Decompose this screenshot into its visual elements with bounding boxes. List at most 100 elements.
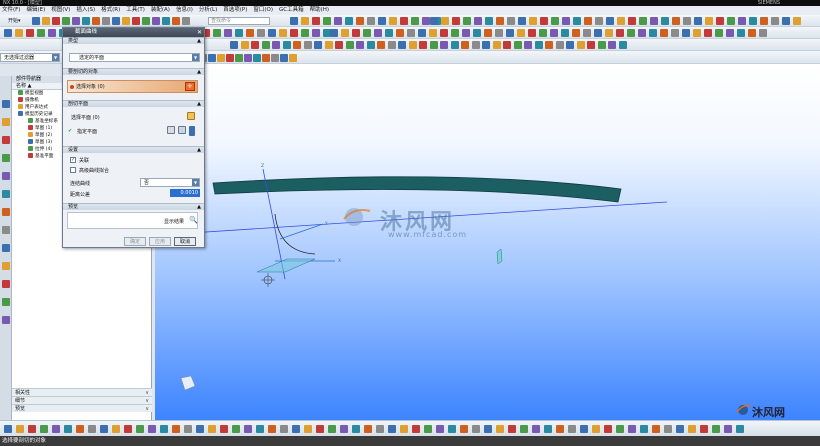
tool-icon[interactable] — [230, 41, 238, 49]
tool-icon[interactable] — [182, 17, 190, 25]
tool-icon[interactable] — [244, 425, 252, 433]
resource-tab-icon[interactable] — [2, 172, 10, 180]
tool-icon[interactable] — [724, 425, 732, 433]
tool-icon[interactable] — [400, 425, 408, 433]
tool-icon[interactable] — [148, 425, 156, 433]
tool-icon[interactable] — [37, 29, 45, 37]
tool-icon[interactable] — [4, 425, 12, 433]
tool-icon[interactable] — [556, 425, 564, 433]
magnifier-icon[interactable]: 🔍 — [189, 216, 198, 224]
tool-icon[interactable] — [496, 17, 504, 25]
tool-icon[interactable] — [528, 29, 536, 37]
resource-tab-icon[interactable] — [2, 154, 10, 162]
tool-icon[interactable] — [540, 17, 548, 25]
tool-icon[interactable] — [408, 41, 417, 49]
resource-tab-icon[interactable] — [2, 136, 10, 144]
tool-icon[interactable] — [638, 29, 646, 37]
plane-folder-icon[interactable] — [187, 112, 195, 120]
tool-icon[interactable] — [430, 17, 438, 25]
tool-icon[interactable] — [412, 425, 420, 433]
tool-icon[interactable] — [316, 425, 324, 433]
menu-item[interactable]: 编辑(E) — [26, 6, 45, 15]
tool-icon[interactable] — [727, 17, 735, 25]
tool-icon[interactable] — [396, 29, 404, 37]
tool-icon[interactable] — [132, 17, 140, 25]
tool-icon[interactable] — [356, 41, 364, 49]
tool-icon[interactable] — [367, 17, 375, 25]
tool-icon[interactable] — [136, 425, 144, 433]
resource-tab-icon[interactable] — [2, 262, 10, 270]
tool-icon[interactable] — [726, 29, 734, 37]
menu-item[interactable]: GC工具箱 — [279, 6, 304, 15]
tool-icon[interactable] — [550, 29, 558, 37]
tool-icon[interactable] — [261, 41, 270, 49]
resource-tab-icon[interactable] — [2, 100, 10, 108]
menu-item[interactable]: 插入(S) — [76, 6, 95, 15]
tool-icon[interactable] — [352, 29, 360, 37]
cancel-button[interactable]: 取消 — [174, 237, 196, 246]
tool-icon[interactable] — [661, 17, 669, 25]
tool-icon[interactable] — [440, 41, 448, 49]
tool-icon[interactable] — [534, 41, 543, 49]
tool-icon[interactable] — [672, 17, 680, 25]
plane-dropdown-icon[interactable] — [189, 126, 195, 136]
tool-icon[interactable] — [376, 425, 384, 433]
dialog-title-bar[interactable]: 截面曲线 ✕ — [63, 28, 204, 37]
tool-icon[interactable] — [411, 17, 419, 25]
tool-icon[interactable] — [544, 425, 552, 433]
tool-icon[interactable] — [330, 29, 338, 37]
tool-icon[interactable] — [627, 29, 635, 37]
tool-icon[interactable] — [532, 425, 540, 433]
tool-icon[interactable] — [664, 425, 672, 433]
tool-icon[interactable] — [240, 41, 249, 49]
menu-item[interactable]: 信息(I) — [176, 6, 193, 15]
tool-icon[interactable] — [363, 29, 371, 37]
tool-icon[interactable] — [280, 54, 288, 62]
tool-icon[interactable] — [244, 54, 252, 62]
ok-button[interactable]: 确定 — [124, 237, 146, 246]
tool-icon[interactable] — [262, 54, 270, 62]
tool-icon[interactable] — [462, 29, 470, 37]
plane-type-icon[interactable] — [178, 126, 186, 134]
tool-icon[interactable] — [217, 54, 225, 62]
tool-icon[interactable] — [226, 54, 234, 62]
resource-tab-icon[interactable] — [2, 208, 10, 216]
tool-icon[interactable] — [524, 41, 532, 49]
tool-icon[interactable] — [716, 17, 724, 25]
tool-icon[interactable] — [345, 17, 353, 25]
tool-icon[interactable] — [595, 17, 603, 25]
tool-icon[interactable] — [737, 29, 745, 37]
menu-item[interactable]: 文件(F) — [2, 6, 20, 15]
tool-icon[interactable] — [301, 17, 309, 25]
tool-icon[interactable] — [484, 29, 492, 37]
tool-icon[interactable] — [503, 41, 511, 49]
tool-icon[interactable] — [385, 29, 393, 37]
tool-icon[interactable] — [693, 29, 701, 37]
section-settings[interactable]: 设置 ▲ — [63, 146, 204, 153]
tool-icon[interactable] — [460, 425, 468, 433]
tool-icon[interactable] — [32, 17, 40, 25]
section-objects[interactable]: 要剖切的对象 ▲ — [63, 68, 204, 75]
tool-icon[interactable] — [256, 425, 264, 433]
tool-icon[interactable] — [208, 54, 216, 62]
tool-icon[interactable] — [4, 29, 12, 37]
selection-filter-select[interactable]: 无选择过滤器 ▼ — [0, 53, 60, 62]
select-object-icon[interactable]: ✛ — [185, 82, 195, 91]
join-curves-select[interactable]: 否 ▼ — [140, 178, 200, 187]
tool-icon[interactable] — [268, 425, 276, 433]
tool-icon[interactable] — [760, 17, 768, 25]
tool-icon[interactable] — [364, 425, 372, 433]
tool-icon[interactable] — [419, 41, 427, 49]
tool-icon[interactable] — [473, 29, 481, 37]
tool-icon[interactable] — [682, 29, 690, 37]
tool-icon[interactable] — [671, 29, 679, 37]
tool-icon[interactable] — [649, 29, 657, 37]
tool-icon[interactable] — [545, 41, 553, 49]
tool-icon[interactable] — [292, 425, 300, 433]
tool-icon[interactable] — [72, 17, 80, 25]
tool-icon[interactable] — [301, 29, 309, 37]
menu-item[interactable]: 窗口(O) — [253, 6, 273, 15]
tool-icon[interactable] — [312, 29, 320, 37]
tool-icon[interactable] — [618, 41, 627, 49]
tool-icon[interactable] — [529, 17, 537, 25]
